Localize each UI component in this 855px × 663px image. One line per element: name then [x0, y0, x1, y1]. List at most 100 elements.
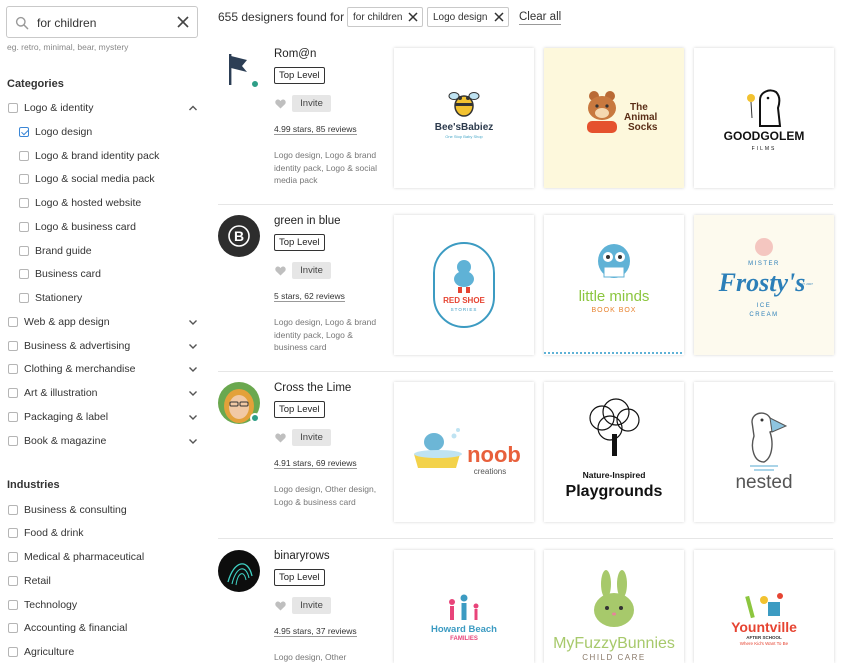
- search-box: [6, 6, 198, 38]
- rating-link[interactable]: 4.99 stars, 85 reviews: [274, 124, 357, 135]
- portfolio-thumbnail[interactable]: The Animal Socks: [544, 48, 684, 188]
- category-book-magazine[interactable]: Book & magazine: [8, 433, 106, 449]
- rating-link[interactable]: 4.91 stars, 69 reviews: [274, 458, 357, 469]
- category-logo-identity[interactable]: Logo & identity: [8, 100, 93, 116]
- heart-icon[interactable]: [275, 433, 286, 443]
- checkbox[interactable]: [19, 293, 29, 303]
- checkbox[interactable]: [8, 436, 18, 446]
- subcategory-logo-social-pack[interactable]: Logo & social media pack: [19, 171, 155, 187]
- portfolio-thumbnail[interactable]: little minds BOOK BOX: [544, 215, 684, 355]
- logo-title: Socks: [628, 122, 658, 133]
- subcategory-stationery[interactable]: Stationery: [19, 290, 82, 306]
- checkbox[interactable]: [8, 647, 18, 657]
- checkbox-checked[interactable]: [19, 127, 29, 137]
- checkbox[interactable]: [8, 552, 18, 562]
- heart-icon[interactable]: [275, 266, 286, 276]
- portfolio-thumbnail[interactable]: Howard Beach FAMILIES: [394, 550, 534, 663]
- checkbox[interactable]: [8, 576, 18, 586]
- checkbox[interactable]: [19, 174, 29, 184]
- checkbox[interactable]: [8, 341, 18, 351]
- search-input[interactable]: [37, 13, 177, 33]
- chevron-up-icon[interactable]: [188, 103, 198, 113]
- heart-icon[interactable]: [275, 601, 286, 611]
- checkbox[interactable]: [8, 623, 18, 633]
- checkbox[interactable]: [8, 317, 18, 327]
- portfolio-thumbnail[interactable]: noob creations: [394, 382, 534, 522]
- industry-food-drink[interactable]: Food & drink: [8, 525, 84, 541]
- rating-link[interactable]: 5 stars, 62 reviews: [274, 291, 345, 302]
- checkbox[interactable]: [19, 222, 29, 232]
- checkbox[interactable]: [19, 151, 29, 161]
- industry-accounting[interactable]: Accounting & financial: [8, 620, 127, 636]
- clear-all-link[interactable]: Clear all: [519, 11, 562, 25]
- portfolio-thumbnail[interactable]: Bee'sBabiez One Stop Baby Shop: [394, 48, 534, 188]
- portfolio-thumbnail[interactable]: MyFuzzyBunnies CHILD CARE: [544, 550, 684, 663]
- checkbox[interactable]: [8, 103, 18, 113]
- category-packaging[interactable]: Packaging & label: [8, 409, 108, 425]
- logo-text: EST. 2007: [799, 282, 813, 286]
- designer-name[interactable]: green in blue: [274, 215, 341, 227]
- chevron-down-icon[interactable]: [188, 388, 198, 398]
- avatar[interactable]: [218, 550, 260, 592]
- subcategory-logo-brand-pack[interactable]: Logo & brand identity pack: [19, 148, 159, 164]
- portfolio-thumbnail[interactable]: RED SHOE STORIES: [394, 215, 534, 355]
- invite-button[interactable]: Invite: [292, 597, 331, 614]
- checkbox[interactable]: [8, 600, 18, 610]
- checkbox[interactable]: [8, 505, 18, 515]
- rating-link[interactable]: 4.95 stars, 37 reviews: [274, 626, 357, 637]
- remove-filter-icon[interactable]: [493, 12, 504, 22]
- remove-filter-icon[interactable]: [408, 12, 418, 22]
- checkbox[interactable]: [8, 412, 18, 422]
- checkbox[interactable]: [8, 364, 18, 374]
- chevron-down-icon[interactable]: [188, 341, 198, 351]
- subcategory-brand-guide[interactable]: Brand guide: [19, 243, 92, 259]
- checkbox[interactable]: [19, 269, 29, 279]
- industry-retail[interactable]: Retail: [8, 573, 51, 589]
- checkbox[interactable]: [19, 246, 29, 256]
- category-web-app[interactable]: Web & app design: [8, 314, 110, 330]
- filter-chip-for-children[interactable]: for children: [347, 7, 424, 27]
- checkbox[interactable]: [19, 198, 29, 208]
- designer-name[interactable]: Rom@n: [274, 48, 316, 60]
- checkbox[interactable]: [8, 528, 18, 538]
- designer-name[interactable]: binaryrows: [274, 550, 330, 562]
- category-art-illustration[interactable]: Art & illustration: [8, 385, 98, 401]
- logo-subtitle: CHILD CARE: [582, 653, 645, 662]
- designer-categories: Logo design, Other: [274, 652, 347, 662]
- level-badge: Top Level: [274, 401, 325, 418]
- divider: [218, 538, 833, 539]
- portfolio-thumbnail[interactable]: MISTER Frosty's EST. 2007 ICE CREAM: [694, 215, 834, 355]
- subcategory-logo-design[interactable]: Logo design: [19, 124, 92, 140]
- invite-button[interactable]: Invite: [292, 95, 331, 112]
- industry-business-consulting[interactable]: Business & consulting: [8, 502, 127, 518]
- invite-button[interactable]: Invite: [292, 429, 331, 446]
- designer-name[interactable]: Cross the Lime: [274, 382, 351, 394]
- invite-button[interactable]: Invite: [292, 262, 331, 279]
- filter-chip-logo-design[interactable]: Logo design: [427, 7, 509, 27]
- industry-agriculture[interactable]: Agriculture: [8, 644, 74, 660]
- subcategory-logo-business-card[interactable]: Logo & business card: [19, 219, 136, 235]
- portfolio-thumbnail[interactable]: Nature-Inspired Playgrounds: [544, 382, 684, 522]
- logo-subtitle: BOOK BOX: [592, 307, 637, 314]
- industry-technology[interactable]: Technology: [8, 597, 77, 613]
- category-business-advertising[interactable]: Business & advertising: [8, 338, 130, 354]
- chevron-down-icon[interactable]: [188, 412, 198, 422]
- category-clothing[interactable]: Clothing & merchandise: [8, 361, 135, 377]
- categories-title: Categories: [7, 78, 64, 90]
- chevron-down-icon[interactable]: [188, 436, 198, 446]
- chevron-down-icon[interactable]: [188, 317, 198, 327]
- avatar[interactable]: B: [218, 215, 260, 257]
- chevron-down-icon[interactable]: [188, 364, 198, 374]
- portfolio-thumbnail[interactable]: GOODGOLEM FILMS: [694, 48, 834, 188]
- clear-search-icon[interactable]: [176, 15, 190, 29]
- checkbox[interactable]: [8, 388, 18, 398]
- subcategory-logo-website[interactable]: Logo & hosted website: [19, 195, 141, 211]
- logo-title: GOODGOLEM: [724, 129, 805, 143]
- designer-row: Cross the Lime Top Level Invite 4.91 sta…: [218, 382, 834, 522]
- industry-medical[interactable]: Medical & pharmaceutical: [8, 549, 144, 565]
- portfolio-thumbnail[interactable]: Yountville AFTER SCHOOL Where Kid's Want…: [694, 550, 834, 663]
- level-badge: Top Level: [274, 67, 325, 84]
- heart-icon[interactable]: [275, 99, 286, 109]
- subcategory-business-card[interactable]: Business card: [19, 266, 101, 282]
- portfolio-thumbnail[interactable]: nested: [694, 382, 834, 522]
